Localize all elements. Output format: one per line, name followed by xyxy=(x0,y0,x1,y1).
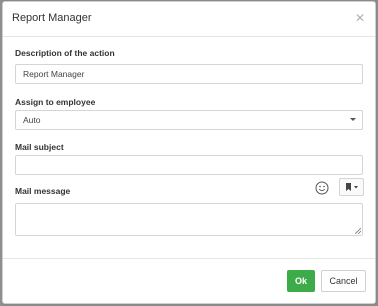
mail-subject-label: Mail subject xyxy=(15,142,64,152)
assign-employee-label: Assign to employee xyxy=(15,97,96,107)
description-label: Description of the action xyxy=(15,48,115,58)
report-manager-dialog: Report Manager ✕ Description of the acti… xyxy=(2,1,376,304)
cancel-button[interactable]: Cancel xyxy=(321,270,366,292)
mail-message-label: Mail message xyxy=(15,186,71,196)
chevron-down-icon xyxy=(350,118,356,121)
close-icon[interactable]: ✕ xyxy=(355,11,365,25)
smiley-icon[interactable] xyxy=(315,181,329,195)
mail-subject-input[interactable] xyxy=(15,155,363,175)
assign-employee-select[interactable]: Auto xyxy=(15,110,363,130)
dialog-title: Report Manager xyxy=(12,12,92,24)
ok-button[interactable]: Ok xyxy=(287,270,315,292)
caret-down-icon xyxy=(354,186,358,189)
description-input[interactable]: Report Manager xyxy=(15,64,363,84)
dialog-header: Report Manager ✕ xyxy=(3,2,375,37)
bookmark-dropdown-button[interactable] xyxy=(339,178,364,196)
footer-divider xyxy=(3,258,375,259)
resize-handle-icon[interactable] xyxy=(355,228,361,234)
bookmark-icon xyxy=(346,183,351,191)
mail-message-textarea[interactable] xyxy=(15,203,363,236)
assign-employee-selected-value: Auto xyxy=(23,115,41,125)
